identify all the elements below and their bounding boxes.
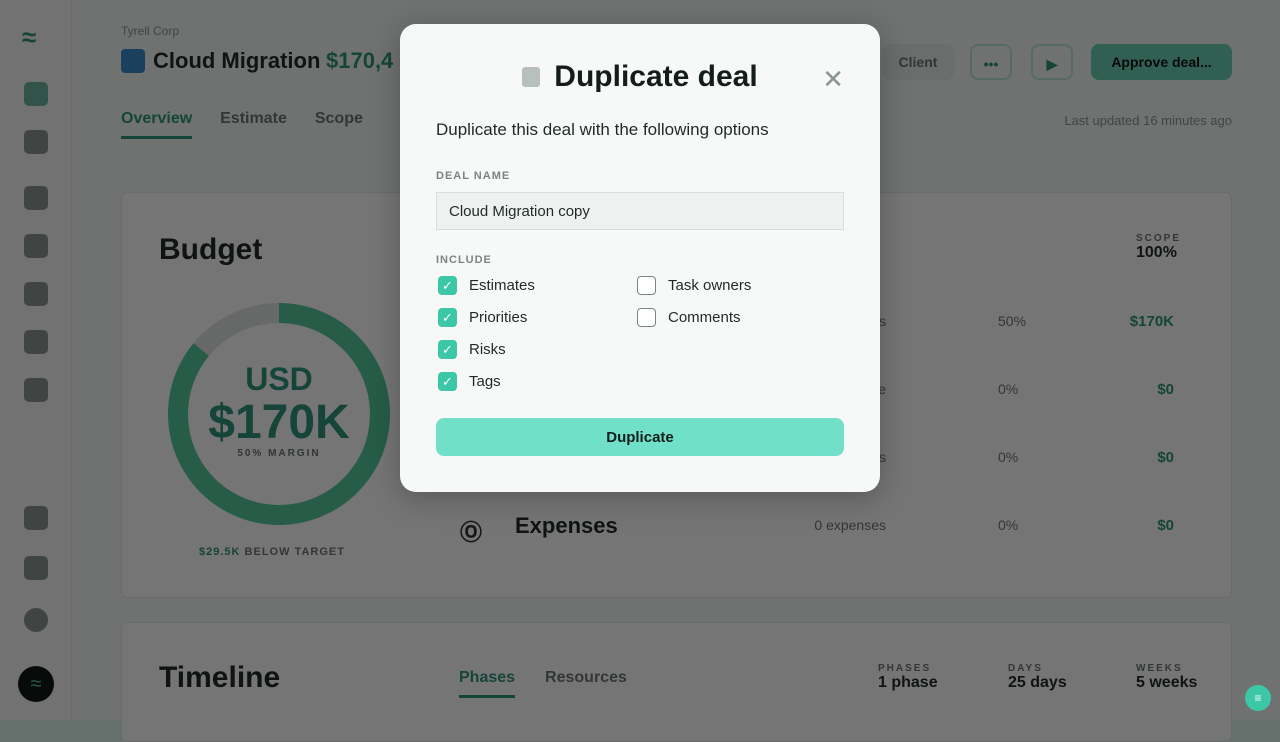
deal-amount: $170,4 bbox=[326, 48, 394, 73]
checkbox[interactable] bbox=[637, 308, 656, 327]
stat-phases: PHASES 1 phase bbox=[878, 663, 938, 692]
deal-title: Cloud Migration bbox=[153, 48, 321, 73]
timeline-card: Timeline Phases Resources PHASES 1 phase … bbox=[121, 622, 1232, 742]
tab-scope[interactable]: Scope bbox=[315, 110, 363, 139]
row-amount: $0 bbox=[1157, 449, 1174, 466]
stat-days: DAYS 25 days bbox=[1008, 663, 1067, 692]
row-percent: 0% bbox=[998, 449, 1019, 465]
below-target: $29.5K BELOW TARGET bbox=[199, 546, 345, 558]
dialog-description: Duplicate this deal with the following o… bbox=[436, 120, 769, 139]
checkbox[interactable]: ✓ bbox=[438, 308, 457, 327]
avatar[interactable]: ≈ bbox=[18, 666, 54, 702]
row-amount: $170K bbox=[1129, 313, 1174, 330]
duplicate-button[interactable]: Duplicate bbox=[436, 418, 844, 456]
docs-icon[interactable] bbox=[24, 506, 48, 530]
checkbox[interactable]: ✓ bbox=[438, 340, 457, 359]
scope-label: SCOPE bbox=[1136, 233, 1182, 244]
option-label: Comments bbox=[668, 309, 741, 326]
checkbox[interactable]: ✓ bbox=[438, 276, 457, 295]
tab-overview[interactable]: Overview bbox=[121, 110, 193, 139]
more-button[interactable]: ••• bbox=[970, 44, 1012, 80]
row-percent: 50% bbox=[998, 313, 1027, 329]
scope-stat: SCOPE 100% bbox=[1136, 233, 1181, 262]
packages-icon[interactable] bbox=[24, 282, 48, 306]
row-detail: s bbox=[879, 449, 886, 465]
close-icon[interactable]: ✕ bbox=[822, 64, 844, 95]
stat-value: 1 phase bbox=[878, 674, 938, 691]
include-label: INCLUDE bbox=[436, 254, 492, 266]
approve-deal-button[interactable]: Approve deal... bbox=[1091, 44, 1232, 80]
row-percent: 0% bbox=[998, 381, 1019, 397]
checkbox[interactable]: ✓ bbox=[438, 372, 457, 391]
option-label: Tags bbox=[469, 373, 501, 390]
cloud-icon bbox=[121, 49, 145, 73]
include-option-tags[interactable]: ✓ Tags bbox=[438, 372, 501, 391]
deal-name-label: DEAL NAME bbox=[436, 170, 511, 182]
settings-icon[interactable] bbox=[24, 378, 48, 402]
deal-name-input[interactable] bbox=[436, 192, 844, 230]
keyboard-icon[interactable] bbox=[24, 556, 48, 580]
team-icon[interactable] bbox=[24, 234, 48, 258]
tab-resources[interactable]: Resources bbox=[545, 669, 627, 698]
sidebar: ≈ ≈ bbox=[0, 0, 72, 720]
below-target-amount: $29.5K bbox=[199, 546, 241, 558]
library-icon[interactable] bbox=[24, 330, 48, 354]
stat-value: 5 weeks bbox=[1136, 674, 1198, 691]
row-label: Expenses bbox=[515, 513, 618, 538]
stat-label: WEEKS bbox=[1136, 663, 1183, 674]
stat-label: PHASES bbox=[878, 663, 932, 674]
include-option-priorities[interactable]: ✓ Priorities bbox=[438, 308, 527, 327]
scope-value: 100% bbox=[1136, 244, 1177, 261]
dialog-title: Duplicate deal bbox=[400, 60, 880, 94]
duplicate-deal-dialog: Duplicate deal ✕ Duplicate this deal wit… bbox=[400, 24, 880, 492]
timeline-title: Timeline bbox=[159, 661, 281, 694]
chat-icon[interactable]: ≡ bbox=[1245, 685, 1271, 711]
client-button[interactable]: Client bbox=[882, 44, 954, 80]
option-label: Risks bbox=[469, 341, 506, 358]
option-label: Estimates bbox=[469, 277, 535, 294]
include-option-estimates[interactable]: ✓ Estimates bbox=[438, 276, 535, 295]
below-target-label: BELOW TARGET bbox=[244, 546, 345, 558]
contacts-icon[interactable] bbox=[24, 186, 48, 210]
row-percent: 0% bbox=[998, 517, 1019, 533]
stat-weeks: WEEKS 5 weeks bbox=[1136, 663, 1197, 692]
last-updated: Last updated 16 minutes ago bbox=[1064, 113, 1232, 128]
play-button[interactable]: ▶ bbox=[1031, 44, 1073, 80]
option-label: Priorities bbox=[469, 309, 528, 326]
include-option-risks[interactable]: ✓ Risks bbox=[438, 340, 506, 359]
option-label: Task owners bbox=[668, 277, 752, 294]
deals-icon[interactable] bbox=[24, 130, 48, 154]
stat-label: DAYS bbox=[1008, 663, 1043, 674]
budget-title: Budget bbox=[159, 233, 263, 266]
copy-icon bbox=[522, 67, 541, 87]
logo-icon: ≈ bbox=[22, 22, 37, 52]
dialog-title-text: Duplicate deal bbox=[554, 60, 758, 93]
include-option-task-owners[interactable]: Task owners bbox=[637, 276, 751, 295]
tab-phases[interactable]: Phases bbox=[459, 669, 516, 698]
budget-row: Ⓞ Expenses 0 expenses 0% $0 bbox=[122, 513, 1222, 547]
company-name: Tyrell Corp bbox=[121, 24, 180, 38]
row-detail: 0 expenses bbox=[814, 517, 886, 533]
expenses-icon: Ⓞ bbox=[460, 520, 483, 545]
tab-estimate[interactable]: Estimate bbox=[220, 110, 287, 139]
include-option-comments[interactable]: Comments bbox=[637, 308, 741, 327]
checkbox[interactable] bbox=[637, 276, 656, 295]
dashboard-icon[interactable] bbox=[24, 82, 48, 106]
stat-value: 25 days bbox=[1008, 674, 1067, 691]
row-amount: $0 bbox=[1157, 381, 1174, 398]
help-icon[interactable] bbox=[24, 608, 48, 632]
row-amount: $0 bbox=[1157, 517, 1174, 534]
deal-tabs: Overview Estimate Scope bbox=[121, 110, 363, 139]
